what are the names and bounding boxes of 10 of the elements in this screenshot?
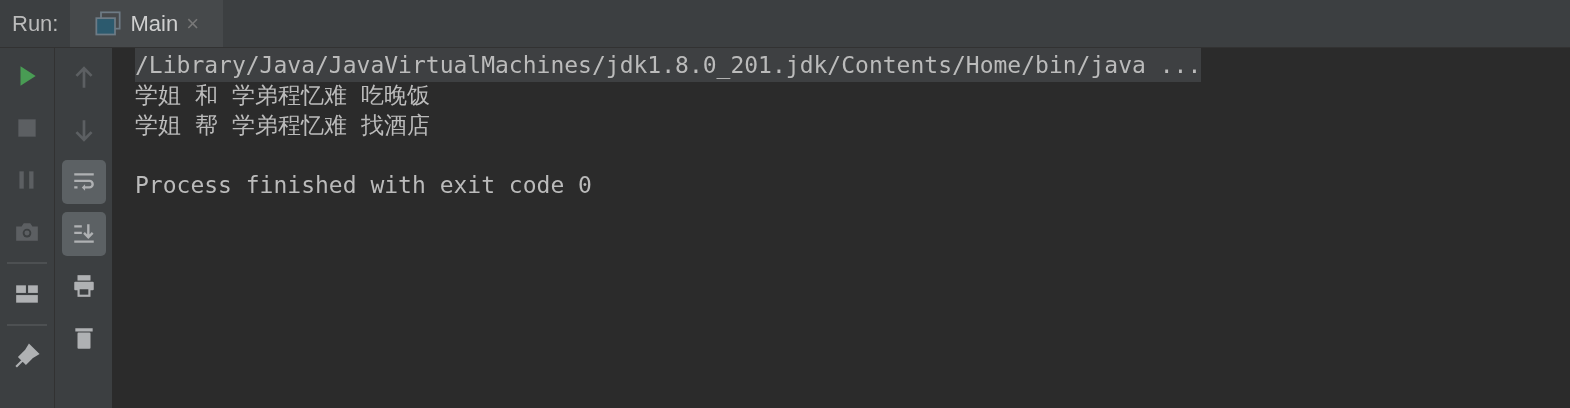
run-tab[interactable]: Main × — [70, 0, 224, 47]
panel-title: Run: — [11, 10, 60, 38]
tab-label: Main — [130, 10, 179, 38]
window-icon — [94, 9, 123, 38]
console-line: 学姐 和 学弟程忆难 吃晚饭 — [135, 80, 430, 110]
console-line: 学姐 帮 学弟程忆难 找酒店 — [135, 110, 430, 140]
pin-icon[interactable] — [14, 343, 40, 369]
console-line: Process finished with exit code 0 — [135, 170, 592, 200]
toolbar-button[interactable] — [61, 212, 106, 256]
toolbar-button[interactable] — [61, 160, 106, 204]
